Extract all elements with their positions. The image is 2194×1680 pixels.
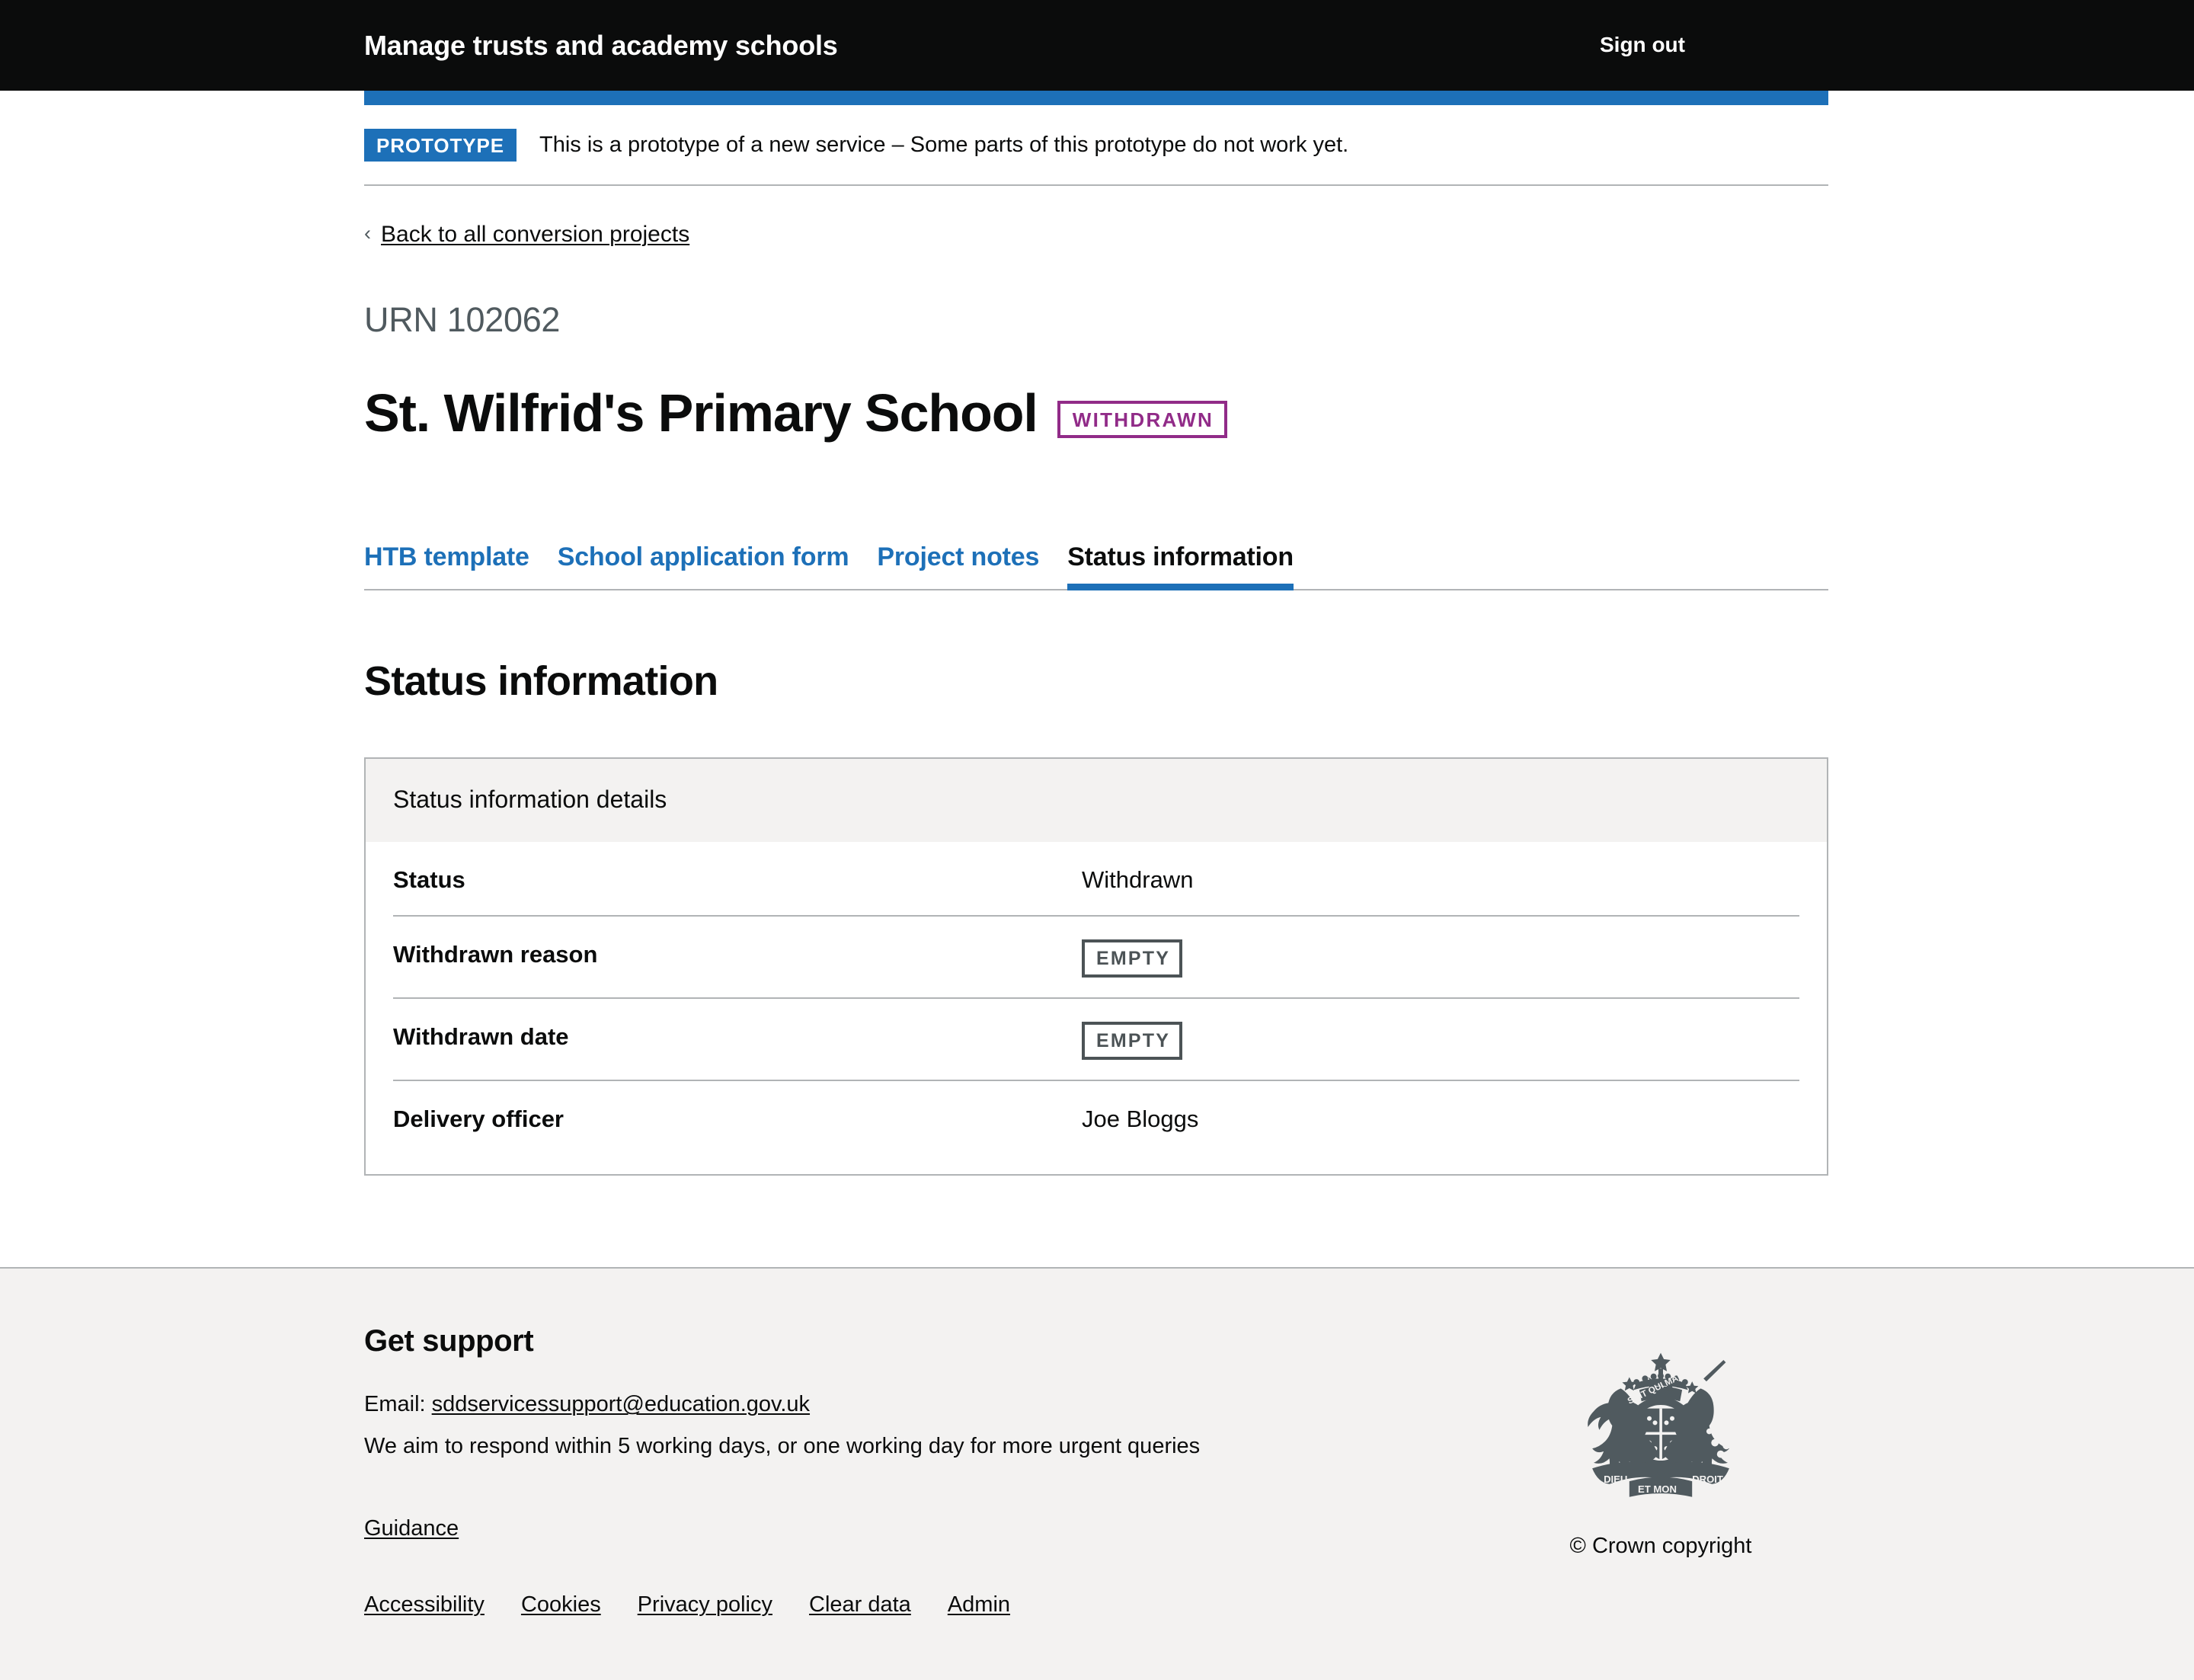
admin-link[interactable]: Admin bbox=[948, 1590, 1010, 1619]
status-information-card: Status information details Status Withdr… bbox=[364, 757, 1828, 1176]
phase-banner-text: This is a prototype of a new service – S… bbox=[539, 133, 1349, 158]
site-footer: Get support Email: sddservicessupport@ed… bbox=[0, 1267, 2194, 1680]
brand-blue-bar bbox=[364, 91, 1828, 105]
table-row: Status Withdrawn bbox=[393, 842, 1799, 917]
row-key-delivery-officer: Delivery officer bbox=[393, 1105, 564, 1132]
page-title: St. Wilfrid's Primary School bbox=[364, 382, 1038, 443]
phase-banner: PROTOTYPE This is a prototype of a new s… bbox=[364, 105, 1828, 186]
row-value-status: Withdrawn bbox=[1082, 866, 1194, 893]
svg-text:DROIT: DROIT bbox=[1692, 1474, 1723, 1485]
footer-support-block: Get support Email: sddservicessupport@ed… bbox=[364, 1324, 1200, 1619]
status-badge: WITHDRAWN bbox=[1057, 400, 1228, 438]
row-key-withdrawn-reason: Withdrawn reason bbox=[393, 940, 598, 968]
page-title-row: St. Wilfrid's Primary School WITHDRAWN bbox=[364, 349, 1828, 478]
privacy-policy-link[interactable]: Privacy policy bbox=[638, 1590, 772, 1619]
section-heading: Status information bbox=[364, 658, 718, 704]
crown-copyright-block: DIEU DROIT ET MON SOIT QUI MAL Y PENSE ©… bbox=[1501, 1324, 1821, 1560]
chevron-left-icon: ‹ bbox=[364, 222, 371, 245]
guidance-link[interactable]: Guidance bbox=[364, 1514, 459, 1543]
urn-caption: URN 102062 bbox=[364, 299, 561, 339]
sign-out-container: Sign out bbox=[1600, 31, 1828, 59]
back-link-row[interactable]: ‹ Back to all conversion projects bbox=[364, 186, 1828, 250]
tab-status-information[interactable]: Status information bbox=[1067, 543, 1294, 590]
tab-htb-template[interactable]: HTB template bbox=[364, 543, 529, 588]
row-value-withdrawn-date: EMPTY bbox=[1082, 1020, 1799, 1060]
cookies-link[interactable]: Cookies bbox=[521, 1590, 601, 1619]
footer-email-label: Email: bbox=[364, 1392, 426, 1417]
phase-tag: PROTOTYPE bbox=[364, 129, 517, 162]
row-value-delivery-officer: Joe Bloggs bbox=[1082, 1105, 1199, 1132]
summary-card-body: Status Withdrawn Withdrawn reason EMPTY … bbox=[366, 841, 1827, 1175]
footer-email-line: Email: sddservicessupport@education.gov.… bbox=[364, 1390, 1200, 1419]
footer-response-text: We aim to respond within 5 working days,… bbox=[364, 1434, 1201, 1459]
site-footer-inner: Get support Email: sddservicessupport@ed… bbox=[364, 1269, 1828, 1680]
row-value-withdrawn-reason: EMPTY bbox=[1082, 938, 1799, 978]
service-name: Manage trusts and academy schools bbox=[364, 29, 838, 61]
table-row: Withdrawn date EMPTY bbox=[393, 999, 1799, 1081]
main-content: ‹ Back to all conversion projects URN 10… bbox=[364, 186, 1828, 1267]
footer-meta-links: Accessibility Cookies Privacy policy Cle… bbox=[364, 1590, 1200, 1619]
crown-copyright-text: © Crown copyright bbox=[1569, 1534, 1752, 1559]
svg-text:ET MON: ET MON bbox=[1638, 1483, 1677, 1495]
tab-project-notes[interactable]: Project notes bbox=[877, 543, 1039, 588]
row-key-withdrawn-date: Withdrawn date bbox=[393, 1022, 569, 1050]
footer-heading: Get support bbox=[364, 1324, 534, 1358]
clear-data-link[interactable]: Clear data bbox=[809, 1590, 911, 1619]
summary-card-title: Status information details bbox=[366, 759, 1827, 842]
sign-out-link[interactable]: Sign out bbox=[1600, 31, 1685, 59]
back-to-conversion-projects-link[interactable]: Back to all conversion projects bbox=[381, 219, 689, 250]
project-tabs: HTB template School application form Pro… bbox=[364, 533, 1828, 590]
accessibility-link[interactable]: Accessibility bbox=[364, 1590, 485, 1619]
empty-badge: EMPTY bbox=[1082, 1021, 1183, 1060]
empty-badge: EMPTY bbox=[1082, 939, 1183, 978]
royal-coat-of-arms-icon: DIEU DROIT ET MON SOIT QUI MAL Y PENSE bbox=[1588, 1352, 1731, 1497]
tab-school-application-form[interactable]: School application form bbox=[558, 543, 849, 588]
table-row: Delivery officer Joe Bloggs bbox=[393, 1081, 1799, 1174]
site-header-inner: Manage trusts and academy schools Sign o… bbox=[364, 0, 1828, 91]
site-header: Manage trusts and academy schools Sign o… bbox=[0, 0, 2194, 91]
table-row: Withdrawn reason EMPTY bbox=[393, 917, 1799, 999]
support-email-link[interactable]: sddservicessupport@education.gov.uk bbox=[432, 1392, 810, 1416]
row-key-status: Status bbox=[393, 866, 465, 893]
svg-text:DIEU: DIEU bbox=[1604, 1474, 1627, 1485]
